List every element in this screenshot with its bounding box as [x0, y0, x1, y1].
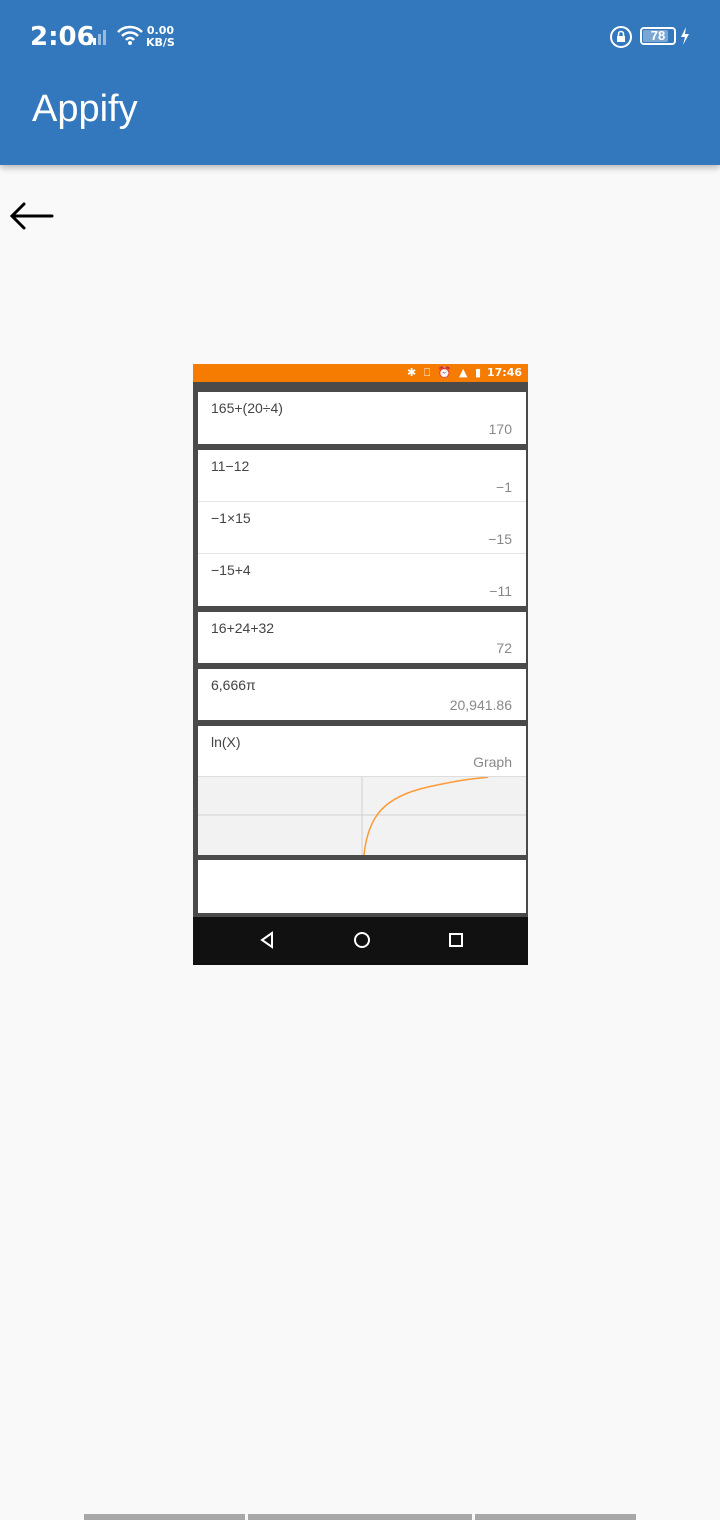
graph-plot[interactable]	[198, 777, 526, 855]
net-speed-unit: KB/S	[146, 36, 175, 49]
calc-row[interactable]: −15+4 −11	[198, 554, 526, 606]
calc-result: 20,941.86	[449, 697, 512, 713]
gesture-bar-segment	[248, 1514, 472, 1520]
calc-row[interactable]: −1×15 −15	[198, 502, 526, 554]
calc-result: −15	[488, 531, 512, 547]
input-card[interactable]	[198, 860, 526, 913]
graph-curve	[363, 777, 489, 855]
calc-result: Graph	[473, 754, 512, 770]
page-title: Appify	[32, 88, 138, 130]
wifi-icon	[117, 25, 143, 45]
charging-bolt-icon	[681, 27, 689, 45]
screenshot-preview: ✱ ⎕ ⏰ ▲ ▮ 17:46 165+(20÷4) 170 11−12 −1 …	[193, 364, 528, 965]
preview-status-time: 17:46	[486, 366, 522, 379]
app-bar: 2:06 0.00 KB/S 78 Appify	[0, 0, 720, 165]
calc-expression: 165+(20÷4)	[211, 400, 283, 416]
calc-expression: 11−12	[211, 458, 250, 474]
battery-level: 78	[650, 28, 666, 43]
calc-expression: −15+4	[211, 562, 251, 578]
signal-icon	[88, 30, 106, 45]
calc-result: 170	[488, 421, 512, 437]
calc-expression: ln(X)	[211, 734, 241, 750]
status-bar: 2:06 0.00 KB/S 78	[0, 0, 720, 76]
preview-nav-bar	[193, 917, 528, 965]
home-circle-icon[interactable]	[353, 931, 371, 949]
calc-row[interactable]: 11−12 −1	[198, 450, 526, 502]
calc-result: −1	[496, 479, 512, 495]
rotation-lock-icon	[610, 26, 632, 48]
recents-square-icon[interactable]	[448, 931, 464, 949]
calc-card[interactable]: 6,666π 20,941.86	[198, 669, 526, 720]
net-speed: 0.00 KB/S	[146, 25, 175, 49]
calc-expression: 6,666π	[211, 677, 256, 693]
battery-icon: 78	[640, 27, 676, 45]
calc-card[interactable]: 165+(20÷4) 170	[198, 392, 526, 444]
calc-expression: 16+24+32	[211, 620, 275, 636]
preview-status-icons: ✱ ⎕ ⏰ ▲ ▮	[407, 366, 484, 379]
preview-status-bar: ✱ ⎕ ⏰ ▲ ▮ 17:46	[193, 364, 528, 382]
calc-card[interactable]: 11−12 −1 −1×15 −15 −15+4 −11	[198, 450, 526, 606]
gesture-bar-segment	[475, 1514, 636, 1520]
calc-card[interactable]: ln(X) Graph	[198, 726, 526, 777]
calc-result: 72	[496, 640, 512, 656]
arrow-left-icon[interactable]	[6, 196, 56, 236]
back-triangle-icon[interactable]	[259, 931, 275, 949]
status-time: 2:06	[30, 22, 95, 52]
calc-card[interactable]: 16+24+32 72	[198, 612, 526, 663]
gesture-bar-segment	[84, 1514, 245, 1520]
calc-expression: −1×15	[211, 510, 251, 526]
calc-result: −11	[489, 583, 512, 599]
